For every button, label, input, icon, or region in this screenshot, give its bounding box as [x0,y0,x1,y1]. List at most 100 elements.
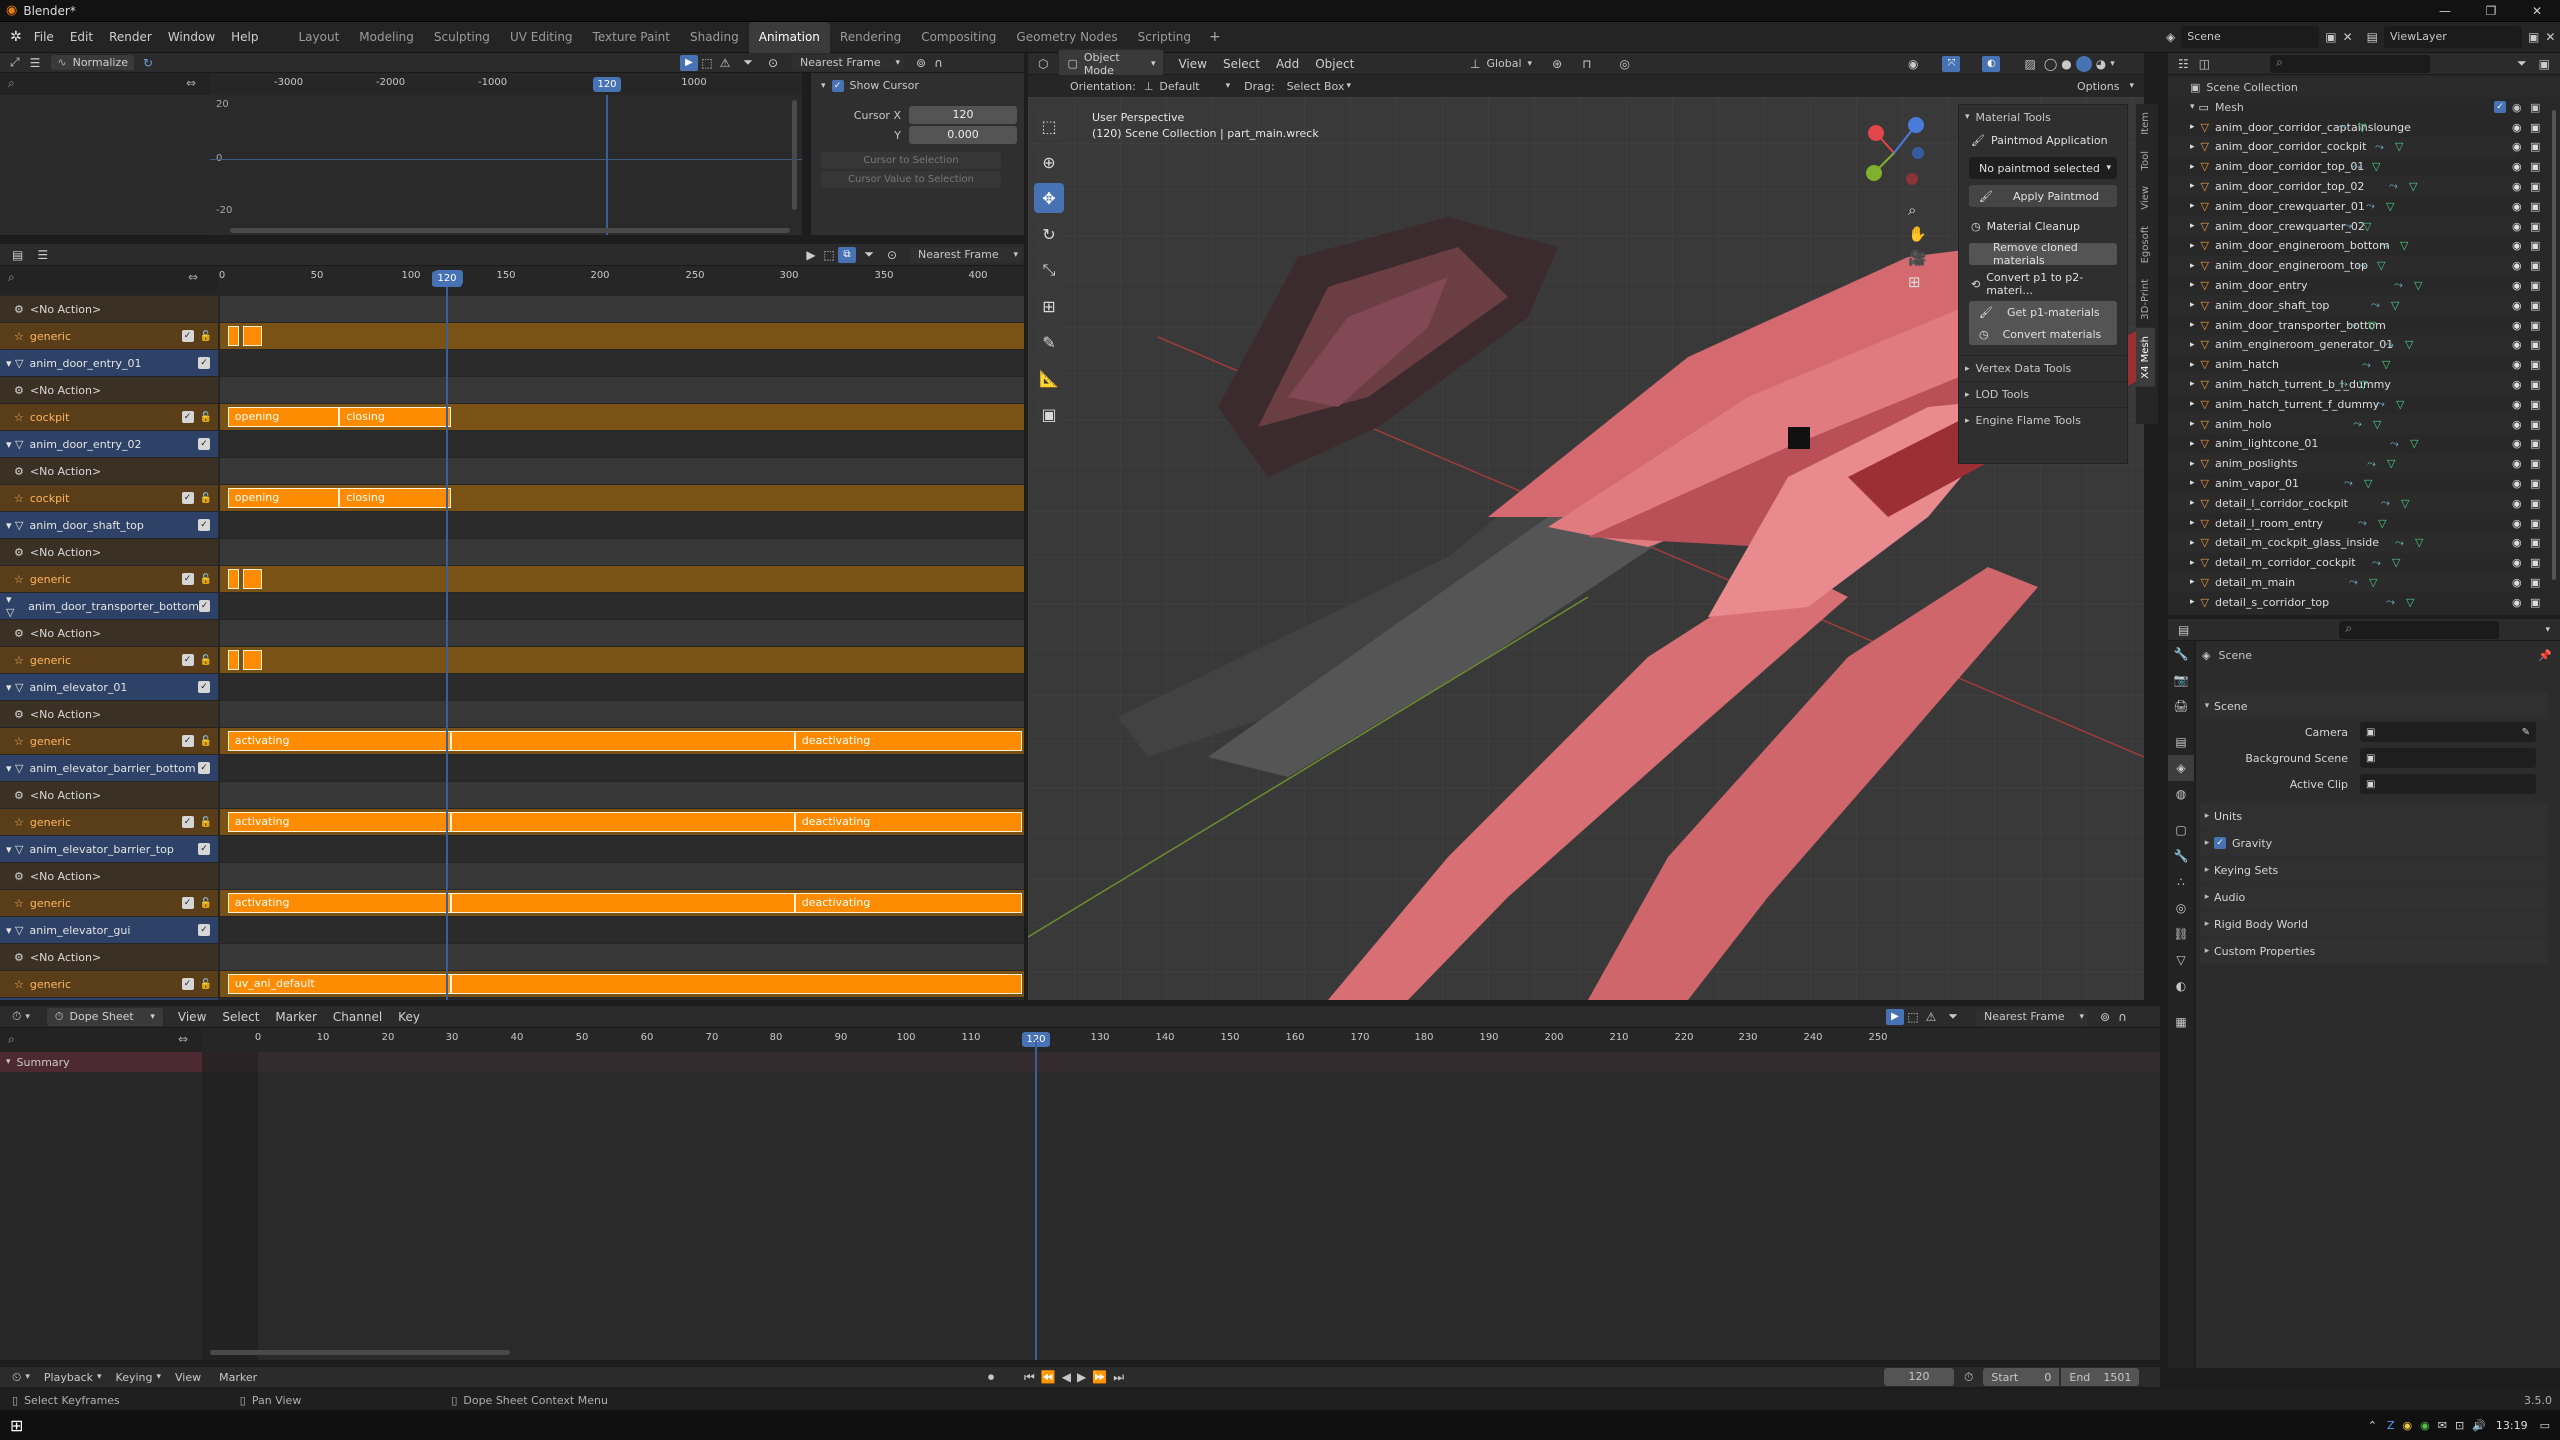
pivot-icon[interactable]: ⊛ [1552,57,1562,71]
ds-select-icon[interactable]: ▶ [1886,1008,1904,1025]
nla-strip[interactable]: activating [227,731,451,751]
nla-strip[interactable] [242,569,262,589]
camera-render-icon[interactable]: ▣ [2530,556,2540,569]
solid-shading-icon[interactable]: ● [2061,57,2071,71]
outliner-item[interactable]: ▸ ▽ anim_door_shaft_top ⤳ ▽ ◉ ▣ [2168,295,2540,316]
expand-icon[interactable]: ▸ [2190,122,2195,132]
outliner-item[interactable]: ▸ ▽ anim_door_crewquarter_02 ⤳ ▽ ◉ ▣ [2168,216,2540,236]
windows-start-icon[interactable]: ⊞ [10,1416,23,1435]
expand-icon[interactable]: ▸ [2190,538,2195,548]
outliner-scrollbar[interactable] [2552,110,2556,580]
channel-enable-checkbox[interactable]: ✓ [181,897,194,909]
nla-strip[interactable]: activating [227,893,451,913]
menu-window[interactable]: Window [160,22,223,53]
sidebar-tab-x4-mesh[interactable]: X4 Mesh [2136,328,2155,387]
id-selector-field[interactable]: ▣ ✎ [2360,722,2536,742]
nla-strip[interactable]: opening [227,488,340,508]
nla-channel-obj[interactable]: ▾ ▽ anim_door_entry_02 ✓ [0,431,218,457]
ds-proportional-icon[interactable]: ⊚ [2100,1010,2110,1024]
outliner-item[interactable]: ▸ ▽ anim_hatch ⤳ ▽ ◉ ▣ [2168,354,2540,375]
expand-icon[interactable]: ▸ [2190,181,2195,191]
panel-collapse-icon[interactable]: ▾ [1965,112,1970,122]
cursor-to-selection-button[interactable]: Cursor to Selection [821,152,1001,169]
select-tool-icon[interactable]: ▶ [680,54,698,71]
nla-strip[interactable]: uv_ani_default [227,974,451,994]
lock-icon[interactable]: 🔓 [200,979,212,990]
notification-icon[interactable]: ▭ [2540,1419,2550,1432]
expand-icon[interactable]: ▸ [2190,162,2195,172]
nla-strip[interactable]: deactivating [794,731,1022,751]
channel-enable-checkbox[interactable]: ✓ [181,411,194,423]
outliner-item[interactable]: ▸ ▽ anim_vapor_01 ⤳ ▽ ◉ ▣ [2168,473,2540,494]
eye-icon[interactable]: ◉ [2512,200,2522,213]
normalize-button[interactable]: ∿ Normalize [50,54,135,71]
dopesheet-menu-select[interactable]: Select [214,1006,267,1028]
expand-icon[interactable]: ▸ [2190,498,2195,508]
nla-channel-noact[interactable]: ⚙ <No Action> [0,377,218,403]
workspace-tab-compositing[interactable]: Compositing [911,22,1006,53]
outliner-item[interactable]: ▸ ▽ detail_s_corridor_top ⤳ ▽ ◉ ▣ [2168,592,2540,613]
nla-channel-track[interactable]: ☆ generic ✓ 🔓 [0,323,218,349]
expand-icon[interactable]: ▸ [2190,379,2195,389]
scene-selector[interactable]: Scene [2181,26,2320,48]
collapse-icon[interactable]: ▾ [2190,102,2195,112]
paintmod-select[interactable]: No paintmod selected ▾ [1969,157,2117,179]
clock-icon[interactable]: ⏱ [1964,1370,1973,1385]
eye-icon[interactable]: ◉ [2512,358,2522,371]
viewport-menu-view[interactable]: View [1170,53,1214,75]
panel-audio[interactable]: ▸ Audio [2200,884,2548,910]
nla-strip[interactable] [242,650,262,670]
current-frame-field[interactable]: 120 [1884,1368,1954,1386]
nla-strip[interactable] [450,893,795,913]
prev-key-icon[interactable]: ⏪ [1041,1370,1056,1384]
eye-icon[interactable]: ◉ [2512,319,2522,332]
delete-scene-icon[interactable]: ✕ [2343,30,2353,44]
lock-icon[interactable]: 🔓 [200,898,212,909]
viewport-menu-select[interactable]: Select [1215,53,1268,75]
panel-keying-sets[interactable]: ▸ Keying Sets [2200,857,2548,883]
record-icon[interactable]: ⏺ [988,1370,994,1385]
expand-icon[interactable]: ▸ [2200,946,2214,956]
nla-channel-noact[interactable]: ⚙ <No Action> [0,620,218,646]
eye-icon[interactable]: ◉ [2512,418,2522,431]
keying-menu[interactable]: Keying [116,1371,153,1384]
workspace-tab-modeling[interactable]: Modeling [349,22,424,53]
nla-strip[interactable] [450,974,1022,994]
expand-icon[interactable]: ▸ [1965,364,1970,374]
panel-scene-section[interactable]: ▾ Scene [2200,693,2548,719]
properties-editor-type-icon[interactable]: ▤ [2178,623,2189,637]
gizmo-toggle-icon[interactable]: ⤧ [1942,55,1961,72]
nla-channel-track[interactable]: ☆ generic ✓ 🔓 [0,890,218,916]
properties-tab-scene-icon[interactable]: ◈ [2168,755,2194,781]
nla-strip[interactable]: opening [227,407,340,427]
jump-start-icon[interactable]: ⏮ [1024,1370,1035,1385]
show-errors-icon[interactable]: ⚠ [716,56,734,70]
expand-icon[interactable]: ▸ [2200,919,2214,929]
camera-render-icon[interactable]: ▣ [2530,101,2540,114]
outliner-search-field[interactable]: ⌕ [2270,54,2431,73]
lock-icon[interactable]: 🔓 [200,331,212,342]
expand-icon[interactable]: ▸ [2190,439,2195,449]
nla-channel-noact[interactable]: ⚙ <No Action> [0,701,218,727]
lock-icon[interactable]: 🔓 [200,817,212,828]
eye-icon[interactable]: ◉ [2512,140,2522,153]
refresh-icon[interactable]: ↻ [143,56,153,70]
workspace-tab-texture-paint[interactable]: Texture Paint [583,22,680,53]
expand-icon[interactable]: ▸ [2190,201,2195,211]
nla-channel-obj[interactable]: ▾ ▽ anim_door_transporter_bottom ✓ [0,593,218,619]
lock-icon[interactable]: 🔓 [200,493,212,504]
lod-tools-panel[interactable]: LOD Tools [1976,388,2029,401]
properties-tab-constraints-icon[interactable]: ⛓ [2168,921,2194,947]
camera-render-icon[interactable]: ▣ [2530,497,2540,510]
nla-channel-obj[interactable]: ▾ ▽ anim_elevator_barrier_top ✓ [0,836,218,862]
delete-view-layer-icon[interactable]: ✕ [2545,30,2555,44]
outliner-item[interactable]: ▸ ▽ detail_l_corridor_cockpit ⤳ ▽ ◉ ▣ [2168,493,2540,514]
outliner-item[interactable]: ▸ ▽ anim_hatch_turrent_f_dummy ⤳ ▽ ◉ ▣ [2168,394,2540,415]
properties-tab-data-icon[interactable]: ▽ [2168,947,2194,973]
camera-render-icon[interactable]: ▣ [2530,338,2540,351]
close-window-icon[interactable]: ✕ [2514,0,2560,22]
outliner-item[interactable]: ▸ ▽ anim_door_corridor_cockpit ⤳ ▽ ◉ ▣ [2168,136,2540,157]
menu-edit[interactable]: Edit [62,22,101,53]
expand-icon[interactable]: ▸ [2190,478,2195,488]
camera-render-icon[interactable]: ▣ [2530,259,2540,272]
